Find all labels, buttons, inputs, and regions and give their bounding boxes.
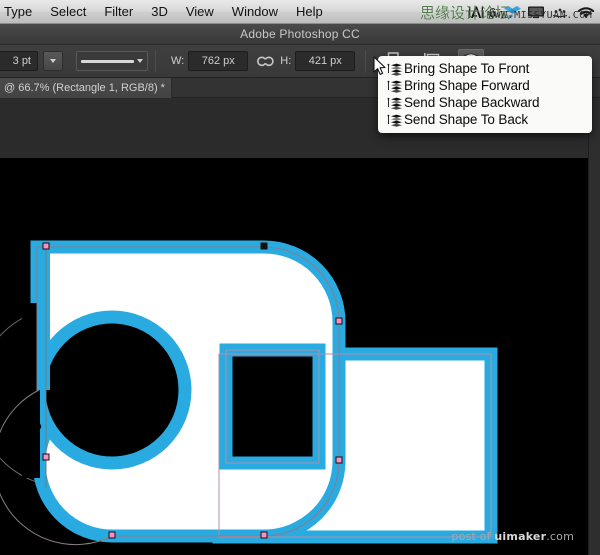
link-chain-icon[interactable] bbox=[256, 52, 274, 70]
wifi-icon[interactable] bbox=[574, 3, 598, 21]
menu-item-label: Bring Shape To Front bbox=[404, 61, 529, 76]
anchor-point bbox=[336, 318, 342, 324]
circle-cutout-shape bbox=[39, 317, 185, 463]
bluetooth-icon[interactable] bbox=[550, 3, 570, 21]
bring-forward-icon bbox=[386, 79, 402, 93]
application-title: Adobe Photoshop CC bbox=[240, 27, 360, 41]
options-divider-2 bbox=[365, 50, 366, 72]
menu-item-view[interactable]: View bbox=[177, 1, 223, 23]
menu-item-label: Send Shape Backward bbox=[404, 95, 539, 110]
watermark-brand: uimaker bbox=[494, 530, 546, 543]
width-label: W: bbox=[171, 55, 184, 67]
menu-bar-count: 6 bbox=[489, 5, 496, 20]
os-menu-bar: Type Select Filter 3D View Window Help 6 bbox=[0, 0, 600, 24]
anchor-point bbox=[261, 532, 267, 538]
vector-shape-artwork bbox=[0, 158, 588, 555]
stroke-style-line-icon bbox=[81, 60, 134, 63]
photoshop-window: Type Select Filter 3D View Window Help 6 bbox=[0, 0, 600, 555]
anchor-point bbox=[109, 532, 115, 538]
send-backward-icon bbox=[386, 96, 402, 110]
menu-item-window[interactable]: Window bbox=[223, 1, 287, 23]
menu-item-help[interactable]: Help bbox=[287, 1, 332, 23]
watermark-prefix: post of bbox=[451, 530, 494, 543]
menu-item-filter[interactable]: Filter bbox=[95, 1, 142, 23]
menu-item-send-shape-to-back[interactable]: Send Shape To Back bbox=[378, 111, 592, 128]
watermark-suffix: .com bbox=[546, 530, 574, 543]
menu-item-select[interactable]: Select bbox=[41, 1, 95, 23]
dropbox-icon[interactable] bbox=[502, 3, 522, 21]
menu-item-bring-shape-forward[interactable]: Bring Shape Forward bbox=[378, 77, 592, 94]
shape-arrange-context-menu: Bring Shape To Front Bring Shape Forward bbox=[378, 56, 592, 133]
chevron-down-icon bbox=[50, 59, 56, 63]
menu-item-type[interactable]: Type bbox=[0, 1, 41, 23]
menu-item-send-shape-backward[interactable]: Send Shape Backward bbox=[378, 94, 592, 111]
document-tab[interactable]: @ 66.7% (Rectangle 1, RGB/8) * bbox=[0, 78, 172, 98]
uimaker-watermark: post of uimaker.com bbox=[451, 530, 574, 543]
height-input[interactable]: 421 px bbox=[295, 51, 355, 71]
photoshop-logo-icon bbox=[469, 5, 483, 20]
bring-to-front-icon bbox=[386, 62, 402, 76]
menu-item-label: Bring Shape Forward bbox=[404, 78, 530, 93]
left-edge-stroke bbox=[37, 247, 50, 390]
menu-item-3d[interactable]: 3D bbox=[142, 1, 177, 23]
menu-item-bring-shape-to-front[interactable]: Bring Shape To Front bbox=[378, 60, 592, 77]
display-icon[interactable] bbox=[526, 3, 546, 21]
application-title-bar: Adobe Photoshop CC bbox=[0, 24, 600, 45]
menu-item-label: Send Shape To Back bbox=[404, 112, 528, 127]
workspace-right-gutter[interactable] bbox=[588, 98, 600, 555]
stroke-style-dropdown[interactable] bbox=[76, 51, 148, 71]
options-divider bbox=[155, 50, 156, 72]
document-canvas[interactable]: post of uimaker.com bbox=[0, 158, 588, 555]
center-rectangle-shape bbox=[226, 350, 319, 463]
chevron-down-icon bbox=[137, 59, 143, 63]
anchor-point bbox=[43, 243, 49, 249]
height-label: H: bbox=[280, 55, 291, 67]
width-input[interactable]: 762 px bbox=[188, 51, 248, 71]
stroke-weight-dropdown[interactable] bbox=[43, 51, 63, 71]
workspace: post of uimaker.com bbox=[0, 98, 600, 555]
anchor-point bbox=[261, 243, 267, 249]
stroke-weight-field[interactable]: 3 pt bbox=[0, 51, 38, 71]
send-to-back-icon bbox=[386, 113, 402, 127]
anchor-point bbox=[43, 454, 49, 460]
anchor-point bbox=[336, 457, 342, 463]
menu-bar-status-area: 6 bbox=[469, 0, 600, 24]
mouse-cursor bbox=[373, 56, 387, 76]
